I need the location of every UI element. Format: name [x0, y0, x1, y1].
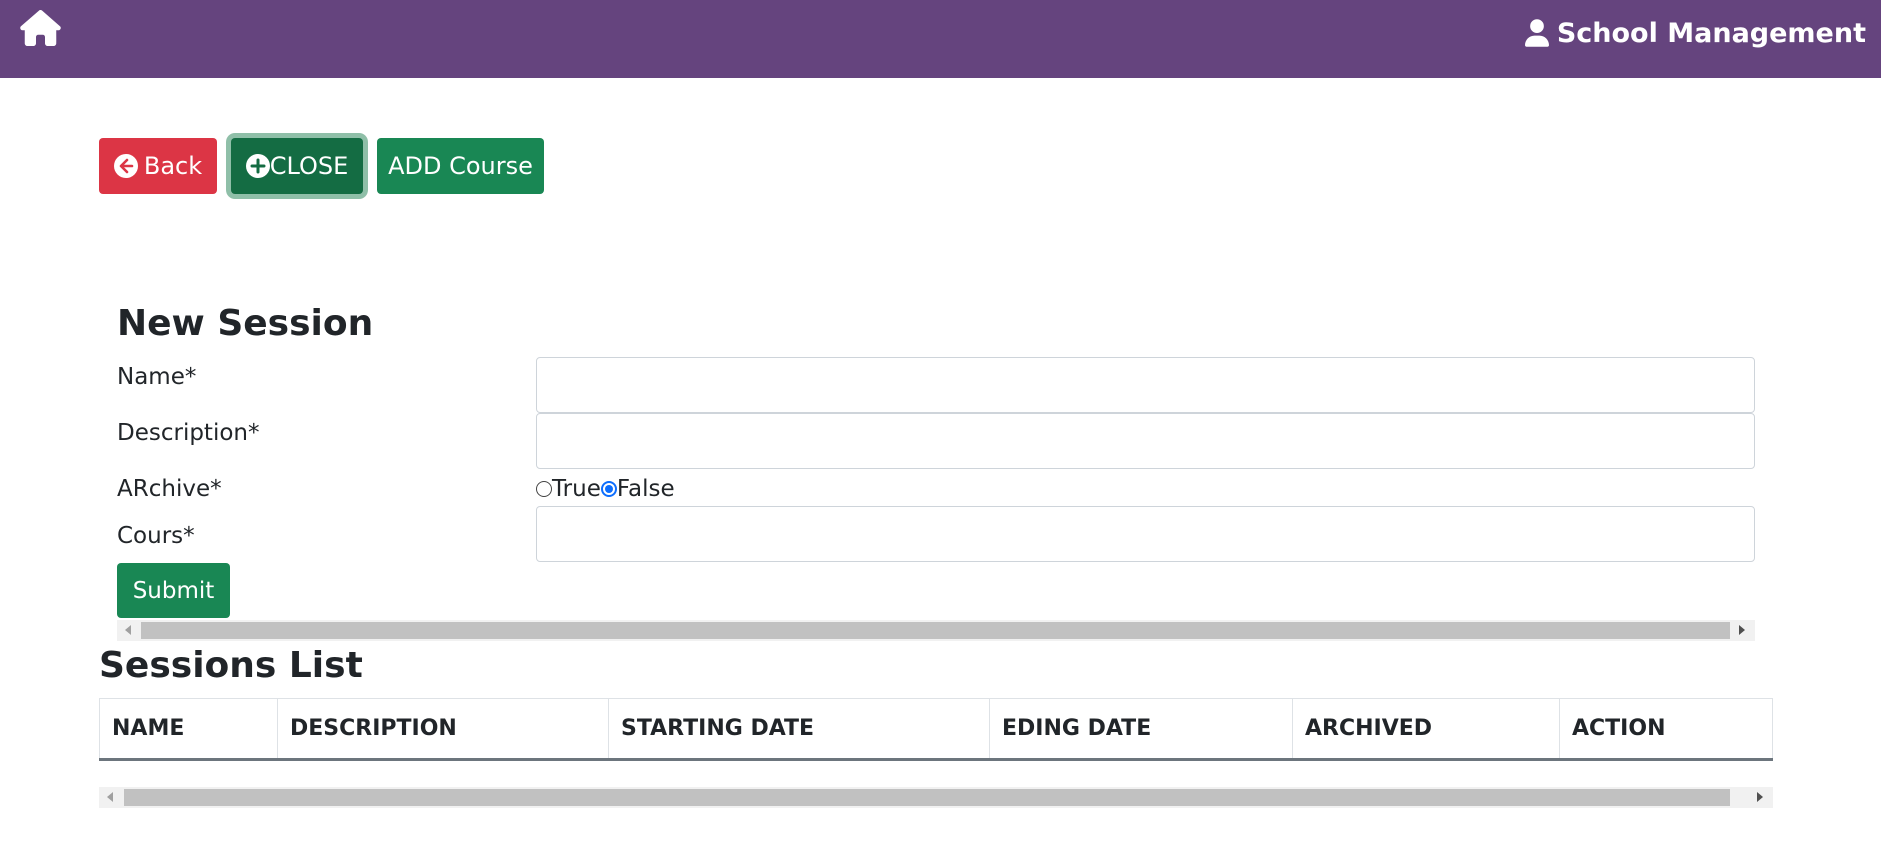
close-button[interactable]: CLOSE [231, 138, 363, 194]
archive-radio-group: True False [536, 476, 675, 502]
column-header-name: NAME [99, 698, 278, 761]
user-icon [1524, 19, 1549, 47]
sessions-table: NAME DESCRIPTION STARTING DATE EDING DAT… [99, 698, 1773, 761]
description-label: Description* [117, 420, 260, 446]
column-header-archived: ARCHIVED [1292, 698, 1560, 761]
column-header-action: ACTION [1559, 698, 1773, 761]
archive-true-radio[interactable] [536, 481, 552, 497]
plus-circle-icon [245, 154, 270, 178]
table-scroll-right-arrow[interactable] [1757, 792, 1763, 802]
sessions-list-title: Sessions List [99, 645, 363, 686]
scroll-right-arrow[interactable] [1739, 625, 1745, 635]
column-header-description: DESCRIPTION [277, 698, 609, 761]
form-horizontal-scrollbar[interactable] [117, 620, 1755, 641]
table-scroll-thumb[interactable] [124, 789, 1730, 806]
close-label: CLOSE [269, 152, 349, 180]
top-navbar: School Management [0, 0, 1881, 78]
cours-label: Cours* [117, 523, 195, 549]
brand-title: School Management [1556, 17, 1866, 49]
table-scroll-left-arrow[interactable] [107, 792, 113, 802]
table-horizontal-scrollbar[interactable] [99, 787, 1773, 808]
cours-input[interactable] [536, 506, 1755, 562]
column-header-ending-date: EDING DATE [989, 698, 1293, 761]
archive-false-label: False [616, 476, 675, 502]
name-label: Name* [117, 364, 197, 390]
scroll-thumb[interactable] [141, 622, 1730, 639]
back-button[interactable]: Back [99, 138, 217, 194]
table-header-row: NAME DESCRIPTION STARTING DATE EDING DAT… [99, 698, 1773, 761]
arrow-circle-left-icon [113, 154, 138, 178]
home-icon[interactable] [19, 10, 62, 46]
back-label: Back [143, 152, 203, 180]
form-title: New Session [117, 303, 374, 344]
scroll-left-arrow[interactable] [125, 625, 131, 635]
column-header-starting-date: STARTING DATE [608, 698, 990, 761]
archive-true-label: True [552, 476, 601, 502]
archive-false-radio[interactable] [600, 481, 617, 497]
submit-button[interactable]: Submit [117, 563, 230, 618]
brand: School Management [1524, 15, 1866, 51]
archive-label: ARchive* [117, 476, 222, 502]
description-input[interactable] [536, 413, 1755, 469]
name-input[interactable] [536, 357, 1755, 413]
add-course-button[interactable]: ADD Course [377, 138, 544, 194]
